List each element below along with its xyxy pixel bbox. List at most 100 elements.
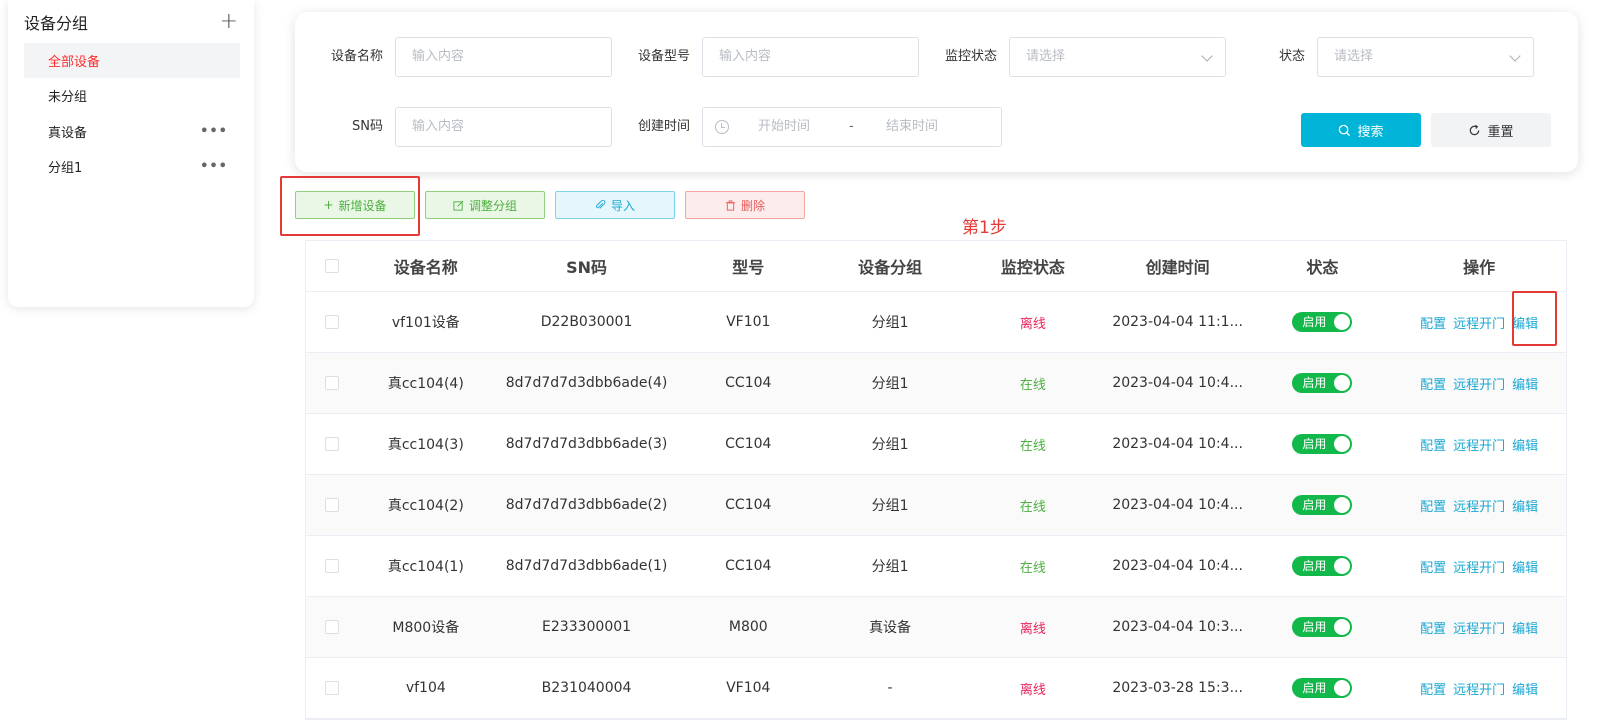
sn-cell: 8d7d7d7d3dbb6ade(1) — [505, 558, 668, 574]
adjust-group-label: 调整分组 — [468, 198, 517, 213]
sn-cell: B231040004 — [541, 680, 632, 696]
reset-button-label: 重置 — [1487, 124, 1514, 140]
group-cell: 真设备 — [869, 620, 912, 636]
row-checkbox[interactable] — [324, 559, 339, 573]
edit-link[interactable]: 编辑 — [1512, 496, 1538, 515]
remote-open-link[interactable]: 远程开门 — [1453, 496, 1505, 515]
monitor-status-select[interactable]: 请选择 — [1009, 37, 1226, 77]
config-link[interactable]: 配置 — [1420, 679, 1446, 698]
row-checkbox[interactable] — [324, 620, 339, 634]
config-link[interactable]: 配置 — [1420, 313, 1446, 332]
config-link[interactable]: 配置 — [1420, 557, 1446, 576]
remote-open-link[interactable]: 远程开门 — [1453, 679, 1505, 698]
status-select[interactable]: 请选择 — [1317, 37, 1534, 77]
edit-link[interactable]: 编辑 — [1512, 618, 1538, 637]
model-cell: M800 — [728, 619, 768, 635]
row-checkbox[interactable] — [324, 498, 339, 512]
plus-icon: + — [323, 198, 334, 212]
delete-button[interactable]: 删除 — [685, 191, 805, 219]
sidebar-item-real-devices[interactable]: 真设备 ••• — [24, 114, 240, 149]
row-checkbox[interactable] — [324, 315, 339, 329]
monitor-status-cell: 在线 — [1019, 560, 1046, 576]
sn-input[interactable]: 输入内容 — [395, 107, 612, 147]
group-cell: - — [887, 680, 893, 696]
sidebar-item-group1[interactable]: 分组1 ••• — [24, 149, 240, 184]
column-header: SN码 — [566, 258, 608, 277]
more-icon[interactable]: ••• — [200, 124, 228, 139]
row-checkbox[interactable] — [324, 437, 339, 451]
sidebar-item-all-devices[interactable]: 全部设备 — [24, 43, 240, 78]
search-icon — [1339, 124, 1351, 136]
status-toggle-label: 启用 — [1302, 498, 1327, 512]
select-all-checkbox[interactable] — [324, 259, 339, 273]
sn-cell: 8d7d7d7d3dbb6ade(4) — [505, 375, 668, 391]
refresh-icon — [1470, 124, 1480, 135]
edit-link[interactable]: 编辑 — [1512, 374, 1538, 393]
column-header: 设备分组 — [858, 258, 923, 277]
sidebar-item-label: 分组1 — [48, 161, 83, 176]
status-toggle[interactable]: 启用 — [1292, 495, 1353, 515]
more-icon[interactable]: ••• — [200, 159, 228, 174]
remote-open-link[interactable]: 远程开门 — [1453, 557, 1505, 576]
start-time-input[interactable]: 开始时间 — [758, 108, 810, 146]
status-toggle[interactable]: 启用 — [1292, 312, 1353, 332]
device-name-cell: vf101设备 — [391, 315, 460, 331]
config-link[interactable]: 配置 — [1420, 618, 1446, 637]
status-toggle[interactable]: 启用 — [1292, 434, 1353, 454]
monitor-status-label: 监控状态 — [944, 49, 997, 64]
status-toggle[interactable]: 启用 — [1292, 617, 1353, 637]
sn-cell: 8d7d7d7d3dbb6ade(2) — [505, 497, 668, 513]
sn-cell: E233300001 — [542, 619, 632, 635]
sidebar-item-ungrouped[interactable]: 未分组 — [24, 78, 240, 113]
reset-button[interactable]: 重置 — [1431, 113, 1551, 147]
operations-cell: 配置 远程开门 编辑 — [1392, 679, 1566, 698]
import-button[interactable]: 导入 — [555, 191, 675, 219]
row-checkbox[interactable] — [324, 681, 339, 695]
sidebar-header: 设备分组 + — [24, 10, 238, 34]
select-all-checkbox-cell — [306, 259, 358, 273]
table-row: 真cc104(3) 8d7d7d7d3dbb6ade(3) CC104 分组1 … — [306, 414, 1566, 475]
edit-link[interactable]: 编辑 — [1512, 557, 1538, 576]
remote-open-link[interactable]: 远程开门 — [1453, 435, 1505, 454]
operations-cell: 配置 远程开门 编辑 — [1392, 374, 1566, 393]
config-link[interactable]: 配置 — [1420, 435, 1446, 454]
plus-icon[interactable]: + — [220, 11, 238, 33]
remote-open-link[interactable]: 远程开门 — [1453, 313, 1505, 332]
status-toggle-label: 启用 — [1302, 376, 1327, 390]
adjust-group-button[interactable]: 调整分组 — [425, 191, 545, 219]
operations-cell: 配置 远程开门 编辑 — [1392, 496, 1566, 515]
model-input[interactable]: 输入内容 — [702, 37, 919, 77]
add-device-button[interactable]: + 新增设备 — [295, 191, 415, 219]
row-checkbox[interactable] — [324, 376, 339, 390]
toggle-knob — [1334, 436, 1351, 452]
table-row: vf101设备 D22B030001 VF101 分组1 离线 2023-04-… — [306, 292, 1566, 353]
column-header: 型号 — [732, 258, 765, 277]
group-cell: 分组1 — [871, 315, 909, 331]
remote-open-link[interactable]: 远程开门 — [1453, 374, 1505, 393]
config-link[interactable]: 配置 — [1420, 374, 1446, 393]
device-name-label: 设备名称 — [330, 49, 383, 64]
device-table: 设备名称 SN码 型号 设备分组 监控状态 创建时间 状态 操作 vf101设备… — [305, 240, 1567, 720]
toggle-knob — [1334, 497, 1351, 513]
status-toggle[interactable]: 启用 — [1292, 678, 1353, 698]
created-time-cell: 2023-03-28 15:3... — [1112, 680, 1243, 696]
edit-link[interactable]: 编辑 — [1512, 679, 1538, 698]
edit-link[interactable]: 编辑 — [1512, 313, 1538, 332]
search-button[interactable]: 搜索 — [1301, 113, 1421, 147]
status-toggle[interactable]: 启用 — [1292, 373, 1353, 393]
clock-icon — [715, 120, 729, 134]
config-link[interactable]: 配置 — [1420, 496, 1446, 515]
device-group-sidebar: 设备分组 + 全部设备 未分组 真设备 ••• 分组1 ••• — [8, 0, 254, 307]
status-toggle[interactable]: 启用 — [1292, 556, 1353, 576]
row-checkbox-cell — [306, 315, 358, 329]
device-name-cell: 真cc104(3) — [387, 437, 464, 453]
device-name-input[interactable]: 输入内容 — [395, 37, 612, 77]
end-time-input[interactable]: 结束时间 — [886, 108, 938, 146]
remote-open-link[interactable]: 远程开门 — [1453, 618, 1505, 637]
created-time-range[interactable]: 开始时间 - 结束时间 — [702, 107, 1002, 147]
operations-cell: 配置 远程开门 编辑 — [1392, 557, 1566, 576]
edit-square-icon — [453, 200, 464, 211]
edit-link[interactable]: 编辑 — [1512, 435, 1538, 454]
toggle-knob — [1334, 314, 1351, 330]
table-row: vf104 B231040004 VF104 - 离线 2023-03-28 1… — [306, 658, 1566, 719]
